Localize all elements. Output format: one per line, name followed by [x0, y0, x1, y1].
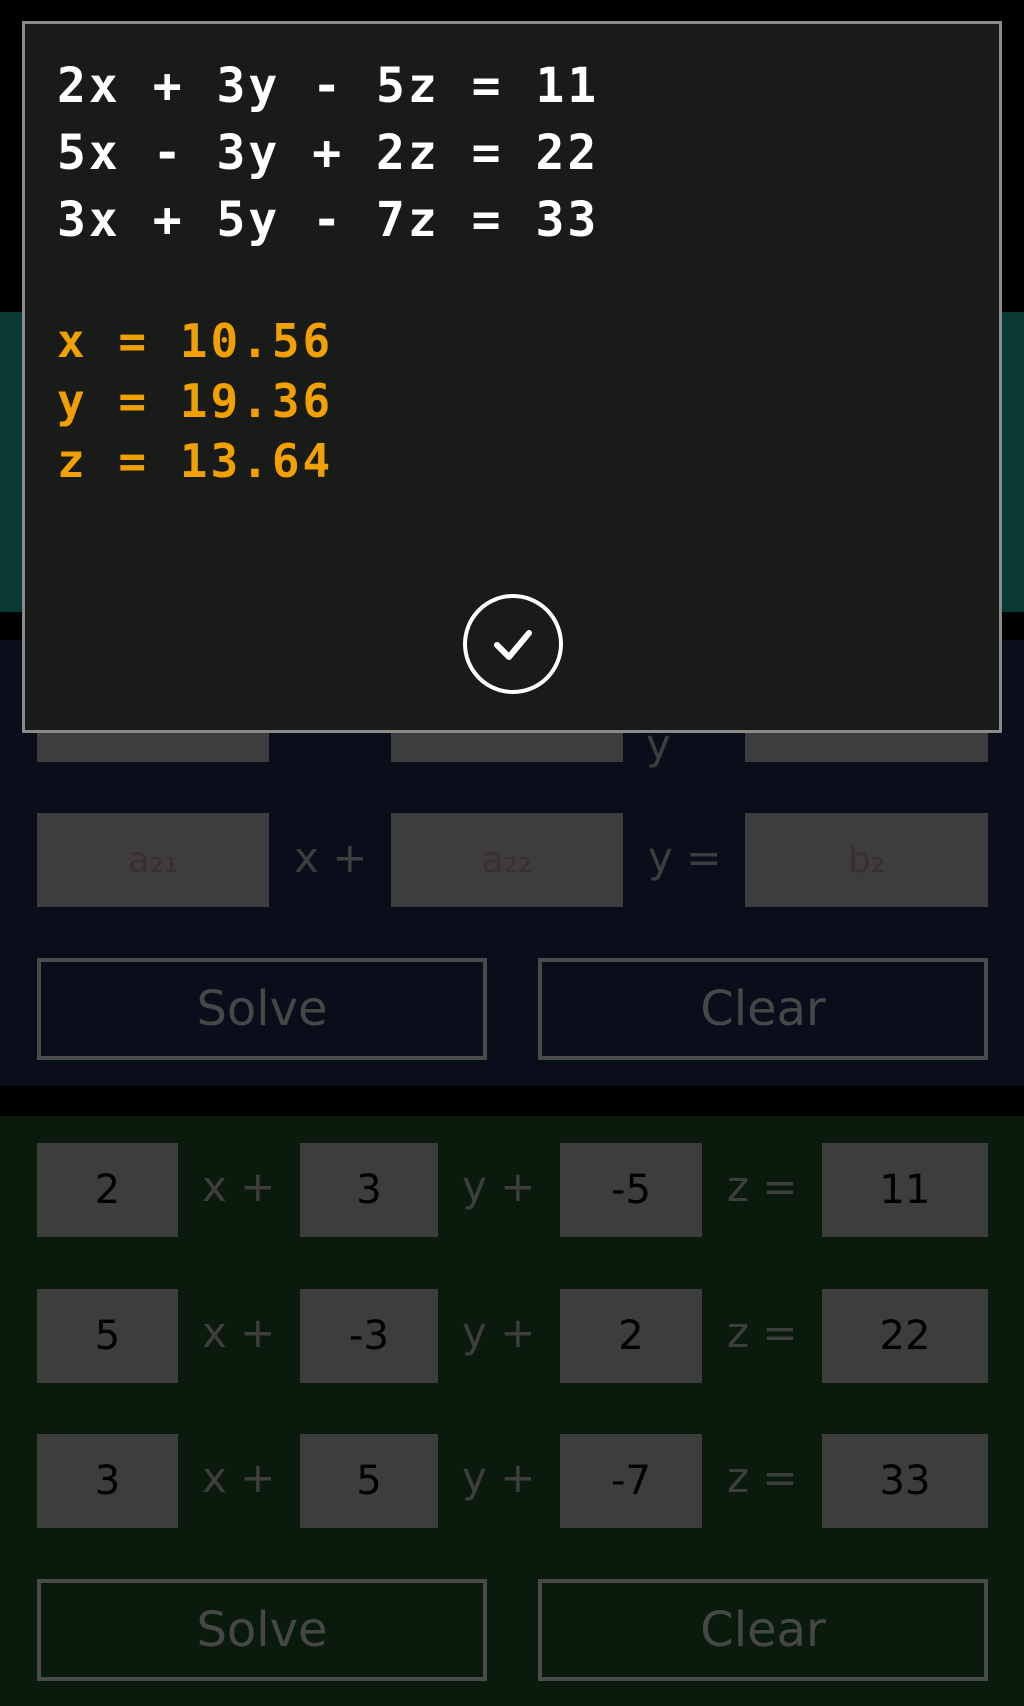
equation-line-3: 3x + 5y - 7z = 33: [57, 192, 600, 248]
ok-button[interactable]: [463, 594, 563, 694]
coef-c1-field[interactable]: -5: [560, 1143, 702, 1237]
op-x-plus: x +: [202, 1308, 276, 1357]
solve-button[interactable]: Solve: [37, 958, 487, 1060]
coef-b1-field[interactable]: 3: [300, 1143, 438, 1237]
op-y-plus: y +: [462, 1162, 536, 1211]
result-z: z = 13.64: [57, 434, 334, 488]
op-x-plus: x +: [202, 1453, 276, 1502]
const-d3-field[interactable]: 33: [822, 1434, 988, 1528]
coef-b3-field[interactable]: 5: [300, 1434, 438, 1528]
coef-c2-field[interactable]: 2: [560, 1289, 702, 1383]
coef-a3-field[interactable]: 3: [37, 1434, 178, 1528]
equation-line-2: 5x - 3y + 2z = 22: [57, 125, 600, 181]
three-variable-panel: 2 x + 3 y + -5 z = 11 5 x + -3 y + 2 z =…: [0, 1116, 1024, 1706]
result-dialog: 2x + 3y - 5z = 11 5x - 3y + 2z = 22 3x +…: [22, 21, 1002, 733]
op-x-plus: x +: [294, 833, 368, 882]
clear-button[interactable]: Clear: [538, 1579, 988, 1681]
clear-button[interactable]: Clear: [538, 958, 988, 1060]
op-y-equals: y =: [648, 833, 722, 882]
const-d2-field[interactable]: 22: [822, 1289, 988, 1383]
op-y-plus: y +: [462, 1453, 536, 1502]
a21-field[interactable]: a₂₁: [37, 813, 269, 907]
op-z-equals: z =: [727, 1162, 798, 1211]
op-z-equals: z =: [727, 1453, 798, 1502]
const-d1-field[interactable]: 11: [822, 1143, 988, 1237]
coef-a2-field[interactable]: 5: [37, 1289, 178, 1383]
coef-c3-field[interactable]: -7: [560, 1434, 702, 1528]
op-y-plus: y +: [462, 1308, 536, 1357]
a22-field[interactable]: a₂₂: [391, 813, 623, 907]
solve-button[interactable]: Solve: [37, 1579, 487, 1681]
result-x: x = 10.56: [57, 314, 334, 368]
b2-field[interactable]: b₂: [745, 813, 988, 907]
checkmark-circle-icon: [494, 630, 532, 660]
op-x-plus: x +: [202, 1162, 276, 1211]
equation-line-1: 2x + 3y - 5z = 11: [57, 58, 600, 114]
result-y: y = 19.36: [57, 374, 334, 428]
coef-b2-field[interactable]: -3: [300, 1289, 438, 1383]
op-z-equals: z =: [727, 1308, 798, 1357]
coef-a1-field[interactable]: 2: [37, 1143, 178, 1237]
